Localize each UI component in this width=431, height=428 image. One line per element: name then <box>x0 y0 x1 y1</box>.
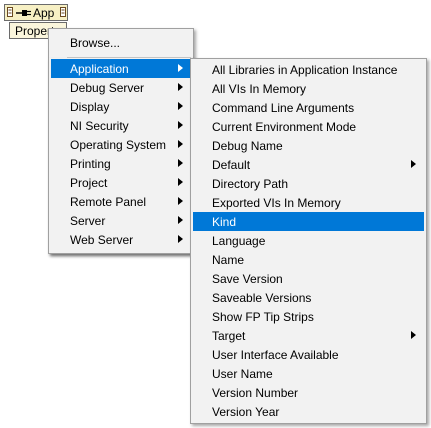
menu-item-default[interactable]: Default <box>193 155 424 174</box>
menu-item-label: Web Server <box>70 233 134 247</box>
property-submenu[interactable]: All Libraries in Application Instance All… <box>190 58 427 424</box>
menu-item-debug-server[interactable]: Debug Server <box>51 78 191 97</box>
menu-item-label: Display <box>70 100 110 114</box>
menu-item-target[interactable]: Target <box>193 326 424 345</box>
menu-item-label: NI Security <box>70 119 129 133</box>
submenu-arrow-icon <box>411 160 416 168</box>
menu-item-label: Exported VIs In Memory <box>212 196 341 210</box>
menu-item-current-environment-mode[interactable]: Current Environment Mode <box>193 117 424 136</box>
menu-item-label: Target <box>212 329 246 343</box>
category-submenu[interactable]: Application Debug Server Display NI Securit… <box>48 58 194 254</box>
menu-item-server[interactable]: Server <box>51 211 191 230</box>
menu-item-label: Language <box>212 234 266 248</box>
menu-item-version-number[interactable]: Version Number <box>193 383 424 402</box>
menu-item-label: Project <box>70 176 108 190</box>
menu-item-label: All Libraries in Application Instance <box>212 63 398 77</box>
menu-item-label: Browse... <box>70 36 121 50</box>
menu-item-label: Operating System <box>70 138 167 152</box>
submenu-arrow-icon <box>178 102 183 110</box>
menu-item-debug-name[interactable]: Debug Name <box>193 136 424 155</box>
menu-item-label: Directory Path <box>212 177 289 191</box>
menu-item-name[interactable]: Name <box>193 250 424 269</box>
menu-item-project[interactable]: Project <box>51 173 191 192</box>
menu-item-label: Version Number <box>212 386 299 400</box>
menu-item-label: Debug Name <box>212 139 283 153</box>
terminal-icon <box>60 7 66 17</box>
menu-item-label: User Interface Available <box>212 348 339 362</box>
menu-item-version-year[interactable]: Version Year <box>193 402 424 421</box>
menu-item-save-version[interactable]: Save Version <box>193 269 424 288</box>
submenu-arrow-icon <box>178 216 183 224</box>
submenu-arrow-icon <box>411 331 416 339</box>
menu-item-browse[interactable]: Browse... <box>51 33 191 52</box>
menu-item-user-interface-available[interactable]: User Interface Available <box>193 345 424 364</box>
menu-item-label: Save Version <box>212 272 283 286</box>
menu-item-label: Printing <box>70 157 111 171</box>
menu-item-all-vis-in-memory[interactable]: All VIs In Memory <box>193 79 424 98</box>
menu-item-label: Current Environment Mode <box>212 120 357 134</box>
menu-item-command-line-arguments[interactable]: Command Line Arguments <box>193 98 424 117</box>
menu-item-label: Version Year <box>212 405 280 419</box>
menu-item-web-server[interactable]: Web Server <box>51 230 191 249</box>
menu-item-label: Name <box>212 253 245 267</box>
menu-item-kind[interactable]: Kind <box>193 212 424 231</box>
menu-item-label: Default <box>212 158 251 172</box>
menu-item-language[interactable]: Language <box>193 231 424 250</box>
submenu-arrow-icon <box>178 64 183 72</box>
submenu-arrow-icon <box>178 140 183 148</box>
terminal-icon <box>7 7 13 17</box>
menu-item-label: All VIs In Memory <box>212 82 307 96</box>
menu-item-exported-vis-in-memory[interactable]: Exported VIs In Memory <box>193 193 424 212</box>
submenu-arrow-icon <box>178 159 183 167</box>
menu-item-remote-panel[interactable]: Remote Panel <box>51 192 191 211</box>
submenu-arrow-icon <box>178 83 183 91</box>
menu-item-show-fp-tip-strips[interactable]: Show FP Tip Strips <box>193 307 424 326</box>
submenu-arrow-icon <box>178 235 183 243</box>
menu-item-all-libraries-in-application-instance[interactable]: All Libraries in Application Instance <box>193 60 424 79</box>
submenu-arrow-icon <box>178 121 183 129</box>
menu-item-label: Remote Panel <box>70 195 147 209</box>
menu-item-label: Command Line Arguments <box>212 101 355 115</box>
submenu-arrow-icon <box>178 197 183 205</box>
menu-item-printing[interactable]: Printing <box>51 154 191 173</box>
menu-item-operating-system[interactable]: Operating System <box>51 135 191 154</box>
node-class-label: App <box>33 6 55 20</box>
menu-item-label: Server <box>70 214 106 228</box>
menu-item-label: Application <box>70 62 129 76</box>
menu-item-saveable-versions[interactable]: Saveable Versions <box>193 288 424 307</box>
submenu-arrow-icon <box>178 178 183 186</box>
property-node-header[interactable]: App <box>4 4 68 21</box>
menu-item-application[interactable]: Application <box>51 59 191 78</box>
menu-item-label: User Name <box>212 367 273 381</box>
menu-item-directory-path[interactable]: Directory Path <box>193 174 424 193</box>
plug-icon <box>16 10 31 16</box>
menu-item-label: Show FP Tip Strips <box>212 310 314 324</box>
menu-item-label: Kind <box>212 215 237 229</box>
menu-item-label: Debug Server <box>70 81 145 95</box>
menu-item-label: Saveable Versions <box>212 291 312 305</box>
menu-item-user-name[interactable]: User Name <box>193 364 424 383</box>
menu-item-display[interactable]: Display <box>51 97 191 116</box>
menu-item-ni-security[interactable]: NI Security <box>51 116 191 135</box>
